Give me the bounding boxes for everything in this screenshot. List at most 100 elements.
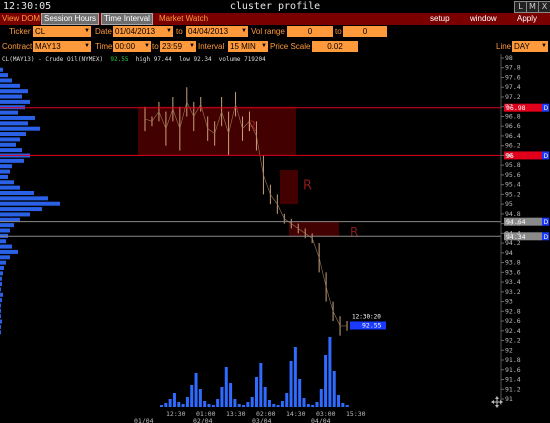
- price-tick-label: 97: [505, 103, 513, 111]
- tab-time-interval[interactable]: Time Interval: [101, 13, 153, 25]
- price-tick-label: 92.2: [505, 337, 521, 345]
- volume-profile-bar: [0, 330, 1, 335]
- volume-bar: [255, 377, 258, 407]
- volume-bar: [280, 401, 284, 407]
- volume-bar: [246, 402, 250, 407]
- price-level-flag-label: D: [544, 219, 549, 226]
- menu-bar: View DOM Session Hours Time Interval Mar…: [0, 13, 550, 25]
- time-tick-label: 12:30: [166, 410, 186, 418]
- volume-profile-bar: [0, 174, 8, 179]
- close-button[interactable]: X: [538, 1, 550, 13]
- volume-bar: [259, 363, 263, 407]
- volume-bar: [311, 405, 315, 407]
- tab-view-dom[interactable]: View DOM: [0, 13, 42, 25]
- price-tick-label: 97.4: [505, 83, 521, 91]
- volume-profile-bar: [0, 207, 42, 212]
- price-scale-field[interactable]: 0.02: [312, 41, 358, 52]
- volume-bar: [315, 402, 319, 407]
- volume-profile-bar: [0, 190, 34, 195]
- date-from-field[interactable]: 01/04/2013 ▼: [113, 26, 173, 37]
- price-tick-label: 96: [505, 151, 513, 159]
- price-level-flag-label: D: [544, 234, 549, 241]
- chevron-down-icon: ▼: [261, 43, 267, 49]
- chevron-down-icon: ▼: [144, 43, 150, 49]
- cluster-profile-chart[interactable]: RRR 96.98 D96 D94.64 D94.34 D 9897.897.697.4…: [0, 54, 550, 423]
- tab-session-hours[interactable]: Session Hours: [41, 13, 100, 25]
- date-tick-label: 02/04: [193, 417, 213, 423]
- interval-select[interactable]: 15 MIN ▼: [228, 41, 268, 52]
- price-tick-label: 91: [505, 395, 513, 403]
- volume-profile-bar: [0, 142, 16, 147]
- volume-bar: [168, 399, 172, 407]
- volume-bar: [289, 361, 293, 407]
- volume-profile-bar: [0, 298, 2, 303]
- last-price-marker: 12:30:2092.55: [350, 313, 386, 330]
- price-level-flag-label: D: [544, 153, 549, 160]
- volume-bar: [233, 399, 237, 407]
- volume-profile-bar: [0, 110, 18, 115]
- price-tick-label: 93.2: [505, 288, 521, 296]
- price-tick-label: 91.6: [505, 366, 521, 374]
- time-label: Time: [95, 42, 113, 51]
- time-from-field[interactable]: 00:00 ▼: [113, 41, 151, 52]
- volume-profile-bar: [0, 185, 20, 190]
- volume-profile-bar: [0, 164, 12, 169]
- date-to-field[interactable]: 04/04/2013 ▼: [186, 26, 248, 37]
- price-tick-label: 96.2: [505, 142, 521, 150]
- volume-profile-bar: [0, 260, 6, 265]
- line-select[interactable]: DAY ▼: [512, 41, 548, 52]
- volume-profile-bar: [0, 314, 1, 319]
- volume-profile-bar: [0, 212, 30, 217]
- price-tick-label: 94.4: [505, 229, 521, 237]
- price-zone: [138, 106, 296, 156]
- symbol-label: CL(MAY13) - Crude Oil(NYMEX): [2, 56, 104, 63]
- volume-bar: [203, 401, 207, 407]
- price-tick-label: 92: [505, 346, 513, 354]
- volume-label: volume 719204: [218, 56, 266, 63]
- volume-bar: [190, 385, 194, 407]
- volume-bar: [293, 347, 297, 407]
- window-menu[interactable]: window: [470, 13, 497, 25]
- time-to-field[interactable]: 23:59 ▼: [160, 41, 196, 52]
- volume-profile-bar: [0, 201, 60, 206]
- setup-menu[interactable]: setup: [430, 13, 450, 25]
- last-price-value: 92.55: [362, 321, 382, 329]
- price-tick-label: 92.4: [505, 327, 521, 335]
- price-tick-label: 95.6: [505, 171, 521, 179]
- volume-bar: [272, 404, 276, 407]
- price-tick-label: 92.6: [505, 317, 521, 325]
- volume-bar: [172, 393, 176, 407]
- chart-header: CL(MAY13) - Crude Oil(NYMEX) 92.55 high …: [2, 56, 266, 63]
- contract-select[interactable]: MAY13 ▼: [33, 41, 91, 52]
- price-zone: [289, 221, 339, 237]
- chevron-down-icon: ▼: [166, 28, 172, 34]
- time-tick-label: 14:30: [286, 410, 306, 418]
- volume-profile-bar: [0, 169, 10, 174]
- high-label: high 97.44: [135, 56, 172, 63]
- volume-bar: [319, 389, 323, 407]
- apply-button[interactable]: Apply: [517, 13, 537, 25]
- price-tick-label: 96.4: [505, 132, 521, 140]
- volume-bar: [194, 373, 198, 407]
- price-tick-label: 91.8: [505, 356, 521, 364]
- vol-range-to-field[interactable]: 0: [343, 26, 387, 37]
- volume-profile-bar: [0, 271, 3, 276]
- volume-bar: [229, 383, 233, 407]
- price-tick-label: 96.6: [505, 122, 521, 130]
- price-tick-label: 94.6: [505, 220, 521, 228]
- ticker-select[interactable]: CL ▼: [33, 26, 91, 37]
- volume-bar: [216, 399, 220, 407]
- price-tick-label: 95.4: [505, 181, 521, 189]
- price-tick-label: 98: [505, 54, 513, 62]
- volume-profile-bar: [0, 148, 22, 153]
- low-label: low 92.34: [179, 56, 212, 63]
- params-row-1: Ticker CL ▼ Date 01/04/2013 ▼ to 04/04/201…: [0, 25, 550, 39]
- tab-market-watch[interactable]: Market Watch: [157, 13, 210, 25]
- date-label: Date: [95, 27, 112, 36]
- time-to-label: to: [152, 42, 159, 51]
- volume-profile-bar: [0, 126, 40, 131]
- volume-bar: [220, 387, 224, 407]
- vol-range-from-field[interactable]: 0: [287, 26, 333, 37]
- volume-profile-bar: [0, 137, 20, 142]
- volume-profile-bar: [0, 228, 10, 233]
